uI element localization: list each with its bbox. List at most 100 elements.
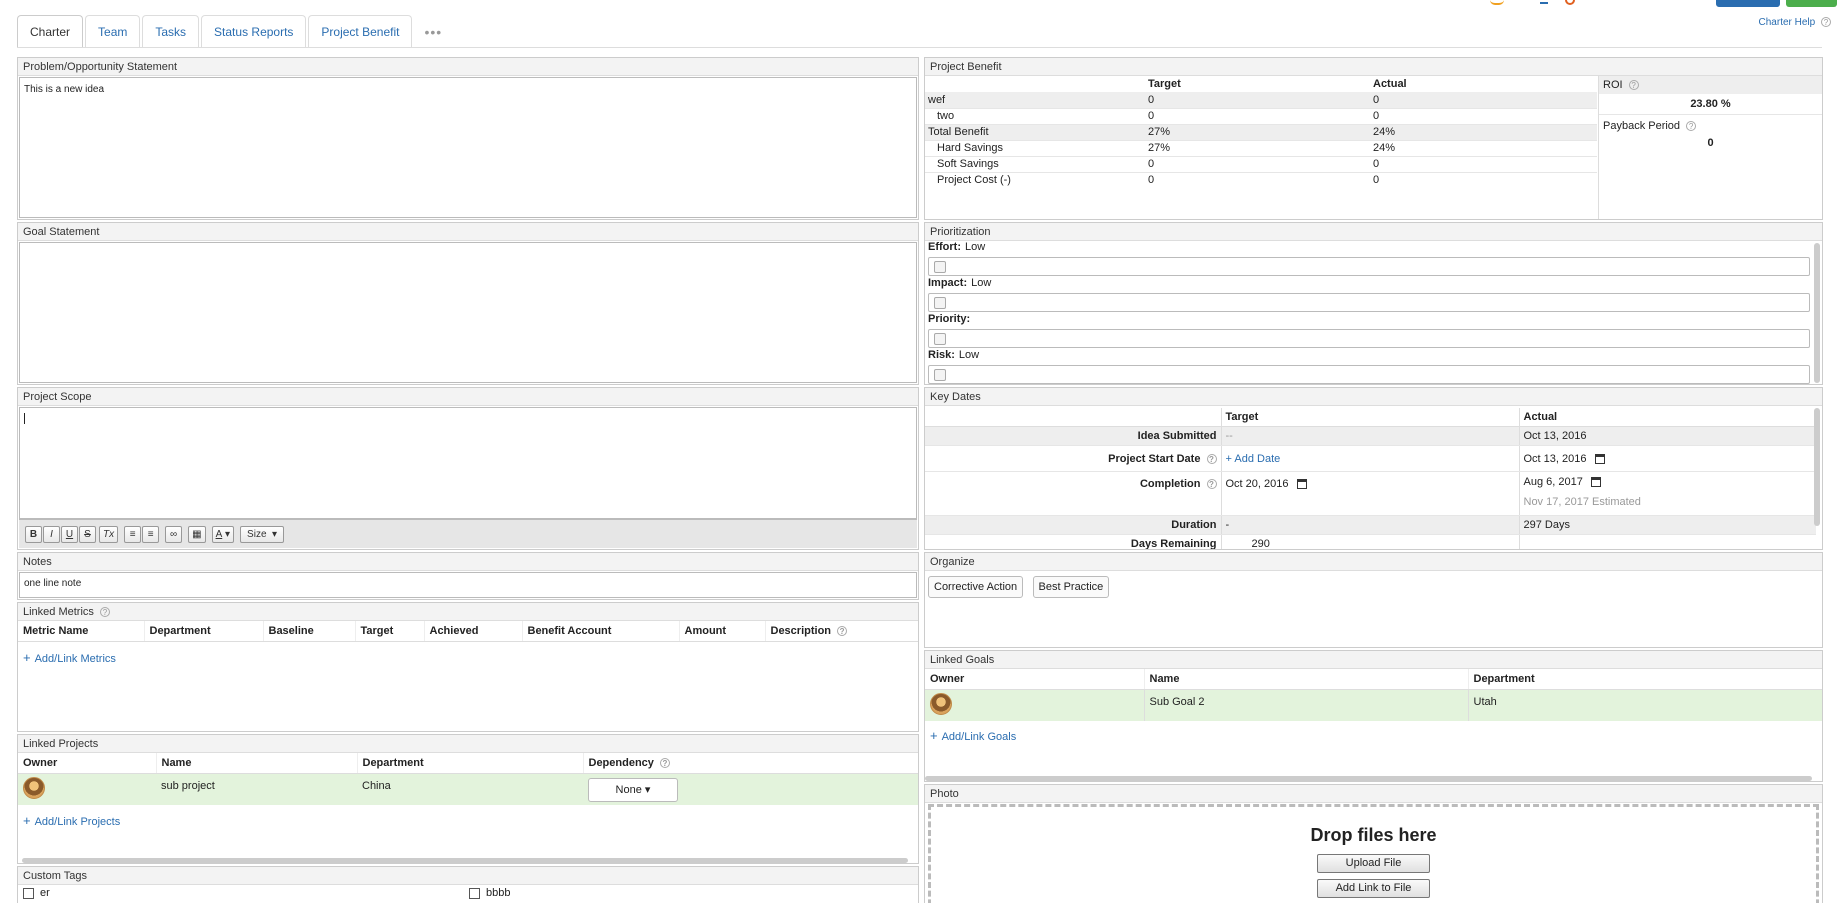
col-owner[interactable]: Owner [18, 753, 156, 774]
more-tabs-icon[interactable]: ••• [414, 15, 452, 48]
notes-input[interactable]: one line note [19, 572, 917, 598]
days-remaining-row: Days Remaining 290 [925, 534, 1816, 549]
benefit-row[interactable]: two 0 0 [925, 108, 1597, 125]
linked-metrics-panel: Linked Metrics ? Metric Name Department … [17, 602, 919, 732]
linked-goals-title: Linked Goals [925, 651, 1822, 669]
col-owner[interactable]: Owner [925, 669, 1144, 690]
problem-statement-text: This is a new idea [24, 84, 105, 95]
benefit-row[interactable]: Hard Savings 27% 24% [925, 140, 1597, 157]
align-left-icon[interactable]: ≡ [124, 525, 142, 543]
risk-slider[interactable] [928, 365, 1810, 384]
avatar[interactable] [23, 777, 45, 799]
font-color-button[interactable]: A ▾ [211, 525, 235, 543]
avatar[interactable] [930, 693, 952, 715]
benefit-row[interactable]: Project Cost (-) 0 0 [925, 172, 1597, 188]
add-date-link[interactable]: + Add Date [1226, 453, 1281, 465]
priority-slider[interactable] [928, 329, 1810, 348]
tag-checkbox-er[interactable]: er [23, 887, 50, 899]
goal-statement-editor[interactable] [19, 242, 917, 383]
custom-tags-title: Custom Tags [18, 867, 918, 885]
dependency-dropdown[interactable]: None ▾ [588, 777, 678, 802]
col-metric-name[interactable]: Metric Name [18, 621, 144, 642]
col-name[interactable]: Name [1143, 669, 1468, 690]
tag-checkbox-bbbb[interactable]: bbbb [469, 887, 510, 899]
col-description[interactable]: Description ? [764, 621, 918, 642]
link-icon[interactable]: ∞ [165, 525, 183, 543]
plus-icon: + [23, 650, 31, 665]
calendar-icon[interactable] [1590, 477, 1601, 488]
add-link-to-file-button[interactable]: Add Link to File [1317, 879, 1430, 898]
font-size-dropdown[interactable]: Size ▾ [240, 525, 285, 543]
help-icon: ? [1206, 479, 1217, 490]
project-name[interactable]: sub project [156, 774, 357, 806]
organize-title: Organize [925, 553, 1822, 571]
slider-handle[interactable] [934, 333, 946, 345]
notes-text: one line note [24, 578, 82, 589]
slider-handle[interactable] [934, 261, 946, 273]
calendar-icon[interactable] [1594, 453, 1605, 464]
col-name[interactable]: Name [155, 753, 357, 774]
calendar-icon[interactable] [1296, 479, 1307, 490]
impact-slider[interactable] [928, 293, 1810, 312]
bold-button[interactable]: B [25, 525, 42, 543]
project-scope-editor[interactable] [19, 407, 917, 519]
slider-handle[interactable] [934, 369, 946, 381]
benefit-row[interactable]: Total Benefit 27% 24% [925, 124, 1597, 141]
col-department[interactable]: Department [1467, 669, 1822, 690]
col-amount[interactable]: Amount [678, 621, 765, 642]
project-benefit-title: Project Benefit [925, 58, 1822, 76]
tab-charter[interactable]: Charter [17, 15, 84, 48]
benefit-row[interactable]: wef 0 0 [925, 92, 1597, 109]
col-benefit-account[interactable]: Benefit Account [521, 621, 679, 642]
col-target[interactable]: Target [354, 621, 424, 642]
charter-help-link[interactable]: Charter Help ? [1759, 17, 1831, 28]
tab-project-benefit[interactable]: Project Benefit [308, 15, 413, 48]
table-row[interactable]: sub project China None ▾ [18, 773, 918, 806]
strikethrough-button[interactable]: S [79, 525, 96, 543]
linked-metrics-title: Linked Metrics ? [18, 603, 918, 621]
add-link-goals-link[interactable]: + Add/Link Goals [930, 728, 1016, 743]
tab-team[interactable]: Team [85, 15, 141, 48]
vertical-scrollbar[interactable] [1814, 408, 1820, 526]
vertical-scrollbar[interactable] [1814, 243, 1820, 383]
table-row[interactable]: Sub Goal 2 Utah [925, 689, 1822, 721]
goal-name[interactable]: Sub Goal 2 [1143, 689, 1468, 721]
organize-chip-best-practice[interactable]: Best Practice [1032, 576, 1110, 598]
key-dates-table: Target Actual Idea Submitted -- Oct 13, … [925, 408, 1816, 549]
col-department[interactable]: Department [143, 621, 263, 642]
checkbox[interactable] [469, 887, 480, 899]
clear-format-button[interactable]: Tx [99, 525, 119, 543]
organize-chip-corrective-action[interactable]: Corrective Action [928, 576, 1024, 598]
tab-tasks[interactable]: Tasks [142, 15, 200, 48]
add-link-projects-link[interactable]: + Add/Link Projects [23, 813, 120, 828]
table-icon[interactable]: ▦ [188, 525, 206, 543]
estimated-date: Nov 17, 2017 Estimated [1523, 496, 1641, 508]
underline-button[interactable]: U [61, 525, 78, 543]
italic-button[interactable]: I [43, 525, 60, 543]
tab-status-reports[interactable]: Status Reports [201, 15, 307, 48]
effort-slider[interactable] [928, 257, 1810, 276]
benefit-row[interactable]: Soft Savings 0 0 [925, 156, 1597, 173]
charter-tabs: Charter Team Tasks Status Reports Projec… [17, 15, 452, 48]
horizontal-scrollbar[interactable] [925, 776, 1812, 781]
alert-icon[interactable] [1565, 0, 1575, 5]
checkbox[interactable] [23, 887, 34, 899]
roi-label: ROI ? [1599, 76, 1822, 94]
star-icon[interactable] [1490, 0, 1504, 5]
drop-zone[interactable]: Drop files here Upload File Add Link to … [928, 804, 1819, 903]
problem-statement-editor[interactable]: This is a new idea [19, 77, 917, 218]
slider-handle[interactable] [934, 297, 946, 309]
add-link-metrics-link[interactable]: + Add/Link Metrics [23, 650, 116, 665]
col-achieved[interactable]: Achieved [423, 621, 522, 642]
upload-file-button[interactable]: Upload File [1317, 854, 1430, 873]
primary-top-button[interactable] [1716, 0, 1780, 7]
col-department[interactable]: Department [356, 753, 583, 774]
linked-goals-panel: Linked Goals Owner Name Department Sub G… [924, 650, 1823, 782]
col-dependency[interactable]: Dependency ? [582, 753, 918, 774]
col-baseline[interactable]: Baseline [262, 621, 355, 642]
plus-icon: + [930, 728, 938, 743]
align-center-icon[interactable]: ≡ [142, 525, 160, 543]
check-icon[interactable] [1540, 0, 1548, 4]
horizontal-scrollbar[interactable] [22, 858, 908, 863]
success-top-button[interactable] [1786, 0, 1837, 7]
